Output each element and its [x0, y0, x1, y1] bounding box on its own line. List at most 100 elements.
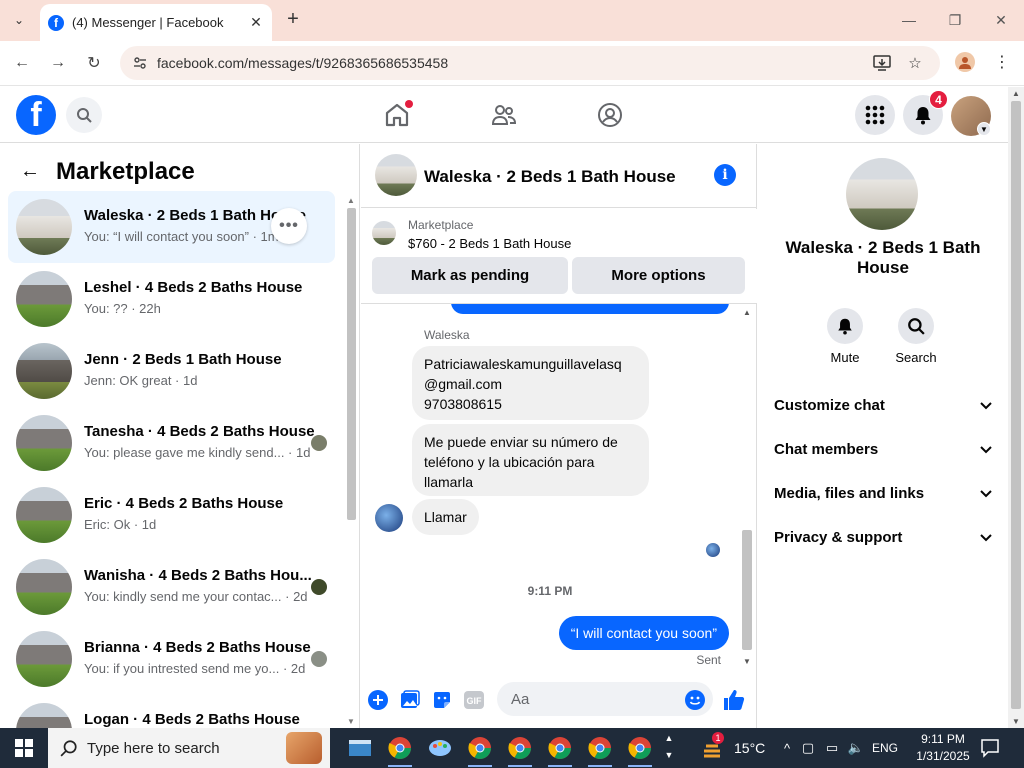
- section-label: Media, files and links: [774, 484, 925, 502]
- window-close-button[interactable]: ✕: [978, 0, 1024, 40]
- system-tray: ^ ▢ ▭ 🔈 ENG: [778, 728, 902, 768]
- address-bar[interactable]: facebook.com/messages/t/9268365686535458…: [120, 46, 940, 80]
- conversation-item[interactable]: Waleska · 2 Beds 1 Bath House You: “I wi…: [8, 191, 335, 263]
- taskbar-clock[interactable]: 9:11 PM 1/31/2025: [915, 731, 971, 765]
- sender-avatar[interactable]: [375, 504, 403, 532]
- listing-title[interactable]: $760 - 2 Beds 1 Bath House: [408, 236, 571, 251]
- chrome-taskbar-icon[interactable]: [386, 734, 414, 767]
- read-receipt-avatar: [706, 543, 720, 557]
- message-thread: Waleska Patriciawaleskamunguillavelasq @…: [361, 304, 739, 670]
- chat-list-scrollbar[interactable]: ▲ ▼: [344, 194, 358, 728]
- restore-button[interactable]: ❐: [932, 0, 978, 40]
- language-indicator[interactable]: ENG: [868, 741, 902, 755]
- conversation-item[interactable]: Jenn · 2 Beds 1 Bath House Jenn: OK grea…: [8, 335, 335, 407]
- new-tab-button[interactable]: +: [282, 8, 304, 30]
- tab-search-button[interactable]: ⌄: [6, 8, 32, 32]
- listing-thumbnail: [16, 559, 72, 615]
- chrome-taskbar-icon[interactable]: [546, 734, 574, 767]
- chrome-taskbar-icon[interactable]: [626, 734, 654, 767]
- paint-taskbar-icon[interactable]: [426, 734, 454, 762]
- conversation-item[interactable]: Tanesha · 4 Beds 2 Baths House You: plea…: [8, 407, 335, 479]
- volume-icon[interactable]: 🔈: [844, 740, 868, 756]
- facebook-logo-icon[interactable]: f: [16, 95, 56, 135]
- message-input[interactable]: [497, 682, 713, 716]
- taskbar-scroll-arrows[interactable]: ▲ ▼: [662, 730, 676, 766]
- gif-icon[interactable]: GIF: [463, 689, 485, 711]
- profile-icon[interactable]: [955, 52, 975, 72]
- chat-members-section[interactable]: Chat members: [774, 437, 994, 461]
- chat-avatar[interactable]: [375, 154, 417, 196]
- more-options-icon[interactable]: •••: [271, 208, 307, 244]
- participant-avatar: [311, 435, 327, 451]
- conversation-name: Logan · 4 Beds 2 Baths House: [84, 711, 300, 728]
- marketplace-label: Marketplace: [408, 218, 474, 232]
- scrollbar-thumb[interactable]: [1011, 101, 1021, 709]
- chrome-taskbar-icon[interactable]: [586, 734, 614, 767]
- install-app-icon[interactable]: [872, 53, 892, 73]
- chat-avatar-large[interactable]: [846, 158, 918, 230]
- sticker-icon[interactable]: [431, 689, 453, 711]
- tab-close-icon[interactable]: ✕: [246, 13, 266, 33]
- bell-icon: [838, 318, 852, 335]
- conversation-item[interactable]: Leshel · 4 Beds 2 Baths House You: ?? · …: [8, 263, 335, 335]
- chat-details-panel: Waleska · 2 Beds 1 Bath House Mute Searc…: [758, 144, 1008, 728]
- start-button[interactable]: [0, 728, 48, 768]
- network-icon[interactable]: ▭: [820, 740, 844, 756]
- listing-thumbnail: [16, 631, 72, 687]
- customize-chat-section[interactable]: Customize chat: [774, 393, 994, 417]
- menu-grid-button[interactable]: [855, 95, 895, 135]
- mute-button[interactable]: Mute: [815, 308, 875, 365]
- reload-button[interactable]: ↻: [82, 51, 106, 75]
- chevron-down-icon: [980, 490, 992, 498]
- weather-badge: 1: [712, 732, 724, 744]
- chrome-taskbar-icon[interactable]: [506, 734, 534, 767]
- mark-as-pending-button[interactable]: Mark as pending: [372, 257, 568, 294]
- photo-icon[interactable]: [399, 689, 421, 711]
- conversation-item[interactable]: Logan · 4 Beds 2 Baths House: [8, 695, 335, 728]
- bookmark-star-icon[interactable]: ☆: [905, 53, 925, 73]
- minimize-button[interactable]: —: [886, 0, 932, 40]
- profile-nav-icon[interactable]: [596, 101, 624, 129]
- back-arrow-icon[interactable]: ←: [20, 160, 40, 183]
- weather-widget[interactable]: 1 15°C: [700, 728, 765, 768]
- emoji-icon[interactable]: [684, 689, 706, 711]
- notification-badge: 4: [929, 90, 948, 109]
- show-hidden-icons-icon[interactable]: ^: [778, 741, 796, 756]
- info-icon[interactable]: i: [714, 164, 736, 186]
- url-text[interactable]: facebook.com/messages/t/9268365686535458: [157, 55, 448, 71]
- page-scrollbar[interactable]: ▲ ▼: [1008, 87, 1024, 728]
- incoming-message-bubble: Me puede enviar su número de teléfono y …: [412, 424, 649, 496]
- forward-button[interactable]: →: [46, 51, 70, 75]
- site-info-icon[interactable]: [132, 55, 148, 71]
- chat-title[interactable]: Waleska · 2 Beds 1 Bath House: [424, 167, 676, 187]
- browser-menu-icon[interactable]: ⋮: [992, 52, 1012, 72]
- page-title: Marketplace: [56, 158, 195, 185]
- bell-icon: [915, 107, 931, 125]
- scrollbar-thumb[interactable]: [347, 208, 356, 520]
- chevron-down-icon[interactable]: ▼: [977, 122, 991, 136]
- action-center-icon[interactable]: [980, 738, 1002, 758]
- facebook-favicon-icon: f: [48, 14, 64, 31]
- plus-icon[interactable]: [367, 689, 389, 711]
- media-files-links-section[interactable]: Media, files and links: [774, 481, 994, 505]
- friends-nav-icon[interactable]: [490, 101, 518, 129]
- window-controls: — ❐ ✕: [886, 0, 1024, 40]
- conversation-name: Wanisha · 4 Beds 2 Baths Hou...: [84, 567, 312, 584]
- taskbar-search-box[interactable]: Type here to search: [48, 728, 330, 768]
- chrome-taskbar-icon[interactable]: [466, 734, 494, 767]
- conversation-item[interactable]: Eric · 4 Beds 2 Baths House Eric: Ok · 1…: [8, 479, 335, 551]
- meet-now-icon[interactable]: ▢: [796, 740, 820, 756]
- browser-tab[interactable]: f (4) Messenger | Facebook ✕: [40, 4, 272, 41]
- privacy-support-section[interactable]: Privacy & support: [774, 525, 994, 549]
- facebook-search-button[interactable]: [66, 97, 102, 133]
- thumbs-up-icon[interactable]: [723, 689, 745, 711]
- scrollbar-thumb[interactable]: [742, 530, 752, 650]
- message-scrollbar[interactable]: ▲ ▼: [739, 306, 755, 668]
- conversation-item[interactable]: Brianna · 4 Beds 2 Baths House You: if y…: [8, 623, 335, 695]
- more-options-button[interactable]: More options: [572, 257, 745, 294]
- conversation-item[interactable]: Wanisha · 4 Beds 2 Baths Hou... You: kin…: [8, 551, 335, 623]
- search-in-chat-button[interactable]: Search: [886, 308, 946, 365]
- back-button[interactable]: ←: [10, 51, 34, 75]
- taskbar-search-placeholder: Type here to search: [87, 739, 220, 757]
- file-explorer-taskbar-icon[interactable]: [346, 734, 374, 762]
